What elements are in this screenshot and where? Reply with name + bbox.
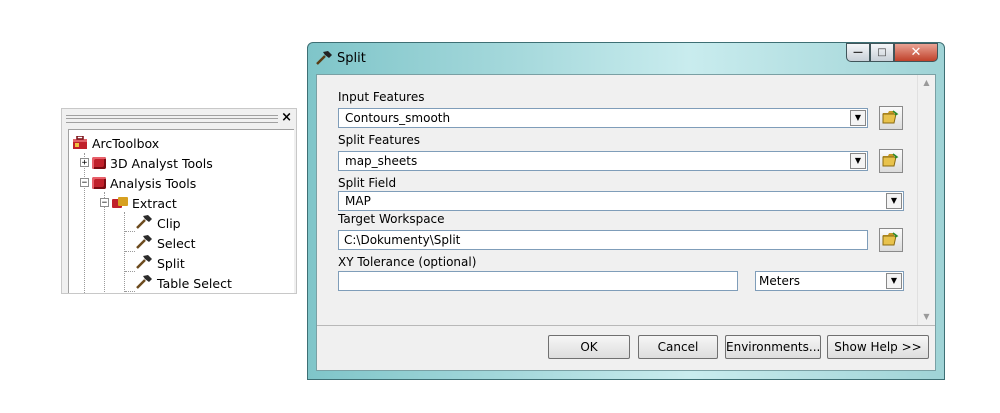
title-bar[interactable]: Split — □ ✕ [308, 43, 944, 73]
tree-item-label: ArcToolbox [92, 135, 160, 151]
chevron-down-icon[interactable]: ▼ [886, 193, 902, 209]
tree-item-split[interactable]: Split [135, 253, 185, 273]
panel-grip[interactable] [66, 115, 278, 123]
open-folder-icon [882, 152, 900, 171]
toolbox-tree: ArcToolbox + 3D Analyst Tools − Analysis… [68, 129, 294, 293]
xy-tolerance-unit-combo[interactable]: Meters ▼ [755, 271, 904, 291]
tree-item-label: Select [157, 235, 196, 251]
split-field-combo[interactable]: MAP ▼ [338, 191, 904, 211]
minimize-button[interactable]: — [846, 43, 870, 62]
hammer-icon [315, 50, 333, 69]
split-features-browse-button[interactable] [879, 149, 903, 173]
split-features-value: map_sheets [345, 154, 418, 168]
chevron-down-icon[interactable]: ▼ [886, 273, 902, 289]
tree-item-select[interactable]: Select [135, 233, 196, 253]
tree-item-label: Extract [132, 195, 177, 211]
tree-item-table-select[interactable]: Table Select [135, 273, 232, 293]
tree-item-3d-analyst-tools[interactable]: 3D Analyst Tools [92, 153, 213, 173]
collapse-icon[interactable]: − [80, 178, 89, 188]
tree-item-label: Split [157, 255, 185, 271]
tree-item-label: Clip [157, 215, 181, 231]
parameters-panel: Input Features Contours_smooth ▼ Split F… [317, 75, 935, 325]
tree-item-extract[interactable]: Extract [112, 193, 177, 213]
close-icon[interactable]: × [281, 111, 292, 125]
chevron-down-icon[interactable]: ▼ [850, 153, 866, 169]
ok-button[interactable]: OK [548, 335, 630, 359]
hammer-icon [135, 254, 153, 273]
input-features-combo[interactable]: Contours_smooth ▼ [338, 108, 868, 128]
open-folder-icon [882, 231, 900, 250]
hammer-icon [135, 234, 153, 253]
environments-button[interactable]: Environments... [725, 335, 821, 359]
toolset-icon [112, 197, 128, 209]
target-workspace-value: C:\Dokumenty\Split [344, 233, 461, 247]
button-separator [317, 325, 935, 326]
cancel-button[interactable]: Cancel [638, 335, 718, 359]
collapse-icon[interactable]: − [100, 198, 109, 208]
scroll-down-icon[interactable]: ▼ [918, 309, 935, 325]
xy-tolerance-input[interactable] [338, 271, 738, 291]
hammer-icon [135, 274, 153, 293]
split-features-label: Split Features [338, 133, 421, 147]
target-workspace-browse-button[interactable] [879, 228, 903, 252]
chevron-down-icon[interactable]: ▼ [850, 110, 866, 126]
input-features-label: Input Features [338, 90, 425, 104]
toolbox-icon [92, 177, 106, 189]
input-features-browse-button[interactable] [879, 106, 903, 130]
close-button[interactable]: ✕ [894, 43, 938, 62]
tree-item-arctoolbox[interactable]: ArcToolbox [72, 133, 159, 153]
split-field-label: Split Field [338, 176, 397, 190]
tree-item-label: Analysis Tools [110, 175, 197, 191]
toolbox-icon [92, 157, 106, 169]
show-help-button[interactable]: Show Help >> [827, 335, 929, 359]
expand-icon[interactable]: + [80, 158, 89, 168]
tree-item-label: Table Select [157, 275, 232, 291]
dialog-client: Input Features Contours_smooth ▼ Split F… [316, 74, 936, 371]
xy-tolerance-label: XY Tolerance (optional) [338, 255, 477, 269]
tree-item-clip[interactable]: Clip [135, 213, 181, 233]
scroll-up-icon[interactable]: ▲ [918, 75, 935, 91]
open-folder-icon [882, 109, 900, 128]
input-features-value: Contours_smooth [345, 111, 451, 125]
hammer-icon [135, 214, 153, 233]
target-workspace-label: Target Workspace [338, 212, 445, 226]
split-field-value: MAP [345, 194, 371, 208]
dialog-title: Split [337, 51, 366, 66]
parameters-scrollbar[interactable]: ▲ ▼ [917, 75, 935, 325]
maximize-button[interactable]: □ [870, 43, 894, 62]
target-workspace-input[interactable]: C:\Dokumenty\Split [338, 230, 868, 250]
split-dialog: Split — □ ✕ Input Features Contours_smoo… [307, 42, 945, 380]
xy-tolerance-unit-value: Meters [759, 274, 801, 288]
tree-item-analysis-tools[interactable]: Analysis Tools [92, 173, 196, 193]
toolbox-icon [72, 135, 88, 150]
arctoolbox-panel: × ArcToolbox + 3D Analyst Tools − Analys… [61, 108, 297, 294]
tree-item-label: 3D Analyst Tools [110, 155, 213, 171]
split-features-combo[interactable]: map_sheets ▼ [338, 151, 868, 171]
window-controls: — □ ✕ [846, 43, 938, 63]
